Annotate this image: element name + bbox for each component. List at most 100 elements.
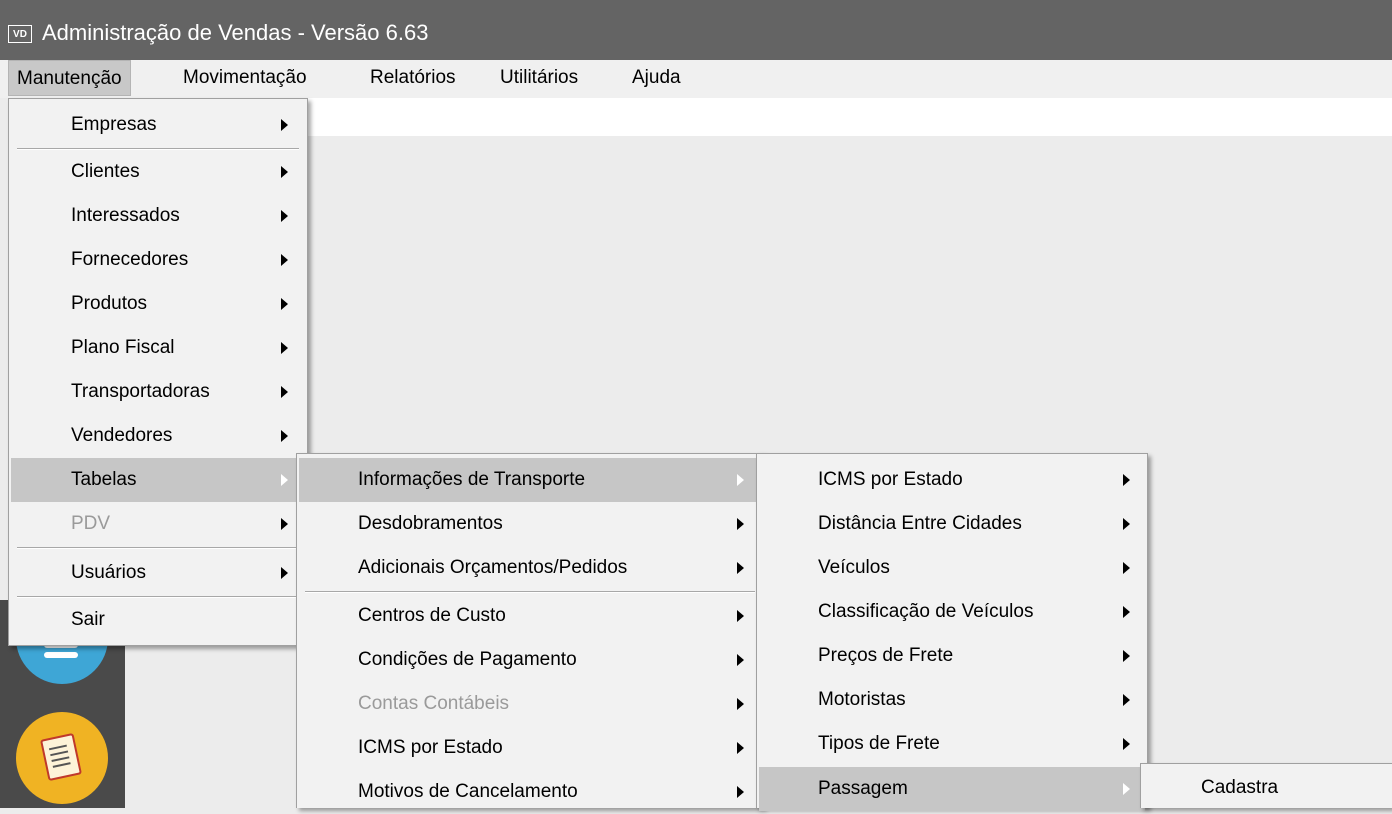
- menu-item-label: Classificação de Veículos: [818, 601, 1034, 622]
- menu-item-label: Fornecedores: [71, 249, 189, 270]
- menu-item-contas-contabeis: Contas Contábeis: [299, 682, 761, 726]
- menu-item-classificacao-veiculos[interactable]: Classificação de Veículos: [759, 590, 1145, 634]
- menu-item-fornecedores[interactable]: Fornecedores: [11, 238, 305, 282]
- submenu-arrow-icon: [1123, 650, 1130, 662]
- menu-item-precos-frete[interactable]: Preços de Frete: [759, 634, 1145, 678]
- menu-item-adicionais-orcamentos[interactable]: Adicionais Orçamentos/Pedidos: [299, 546, 761, 590]
- menu-movimentacao[interactable]: Movimentação: [175, 60, 315, 96]
- menu-item-veiculos[interactable]: Veículos: [759, 546, 1145, 590]
- window-title: Administração de Vendas - Versão 6.63: [42, 20, 429, 45]
- menu-item-transportadoras[interactable]: Transportadoras: [11, 370, 305, 414]
- menu-item-plano-fiscal[interactable]: Plano Fiscal: [11, 326, 305, 370]
- submenu-arrow-icon: [1123, 606, 1130, 618]
- menu-item-centros-custo[interactable]: Centros de Custo: [299, 594, 761, 638]
- menu-separator: [17, 596, 299, 598]
- menu-item-label: Passagem: [818, 778, 908, 799]
- submenu-arrow-icon: [737, 742, 744, 754]
- submenu-arrow-icon: [1123, 694, 1130, 706]
- submenu-arrow-icon: [281, 386, 288, 398]
- menu-item-label: ICMS por Estado: [358, 737, 503, 758]
- menu-item-label: Contas Contábeis: [358, 693, 510, 714]
- submenu-arrow-icon: [1123, 783, 1130, 795]
- toolbar-area: [300, 98, 1392, 136]
- submenu-arrow-icon: [281, 298, 288, 310]
- menu-item-cadastra[interactable]: Cadastra: [1143, 766, 1390, 810]
- menu-item-label: Tabelas: [71, 469, 137, 490]
- menu-item-label: Sair: [71, 609, 105, 630]
- submenu-arrow-icon: [281, 430, 288, 442]
- menu-item-label: Distância Entre Cidades: [818, 513, 1022, 534]
- menu-item-condicoes-pagamento[interactable]: Condições de Pagamento: [299, 638, 761, 682]
- menu-separator: [17, 148, 299, 150]
- submenu-arrow-icon: [281, 567, 288, 579]
- submenu-arrow-icon: [281, 119, 288, 131]
- menu-item-interessados[interactable]: Interessados: [11, 194, 305, 238]
- submenu-arrow-icon: [737, 610, 744, 622]
- menu-item-vendedores[interactable]: Vendedores: [11, 414, 305, 458]
- menu-item-label: PDV: [71, 513, 111, 534]
- menu-item-label: Motivos de Cancelamento: [358, 781, 578, 802]
- menu-item-label: Condições de Pagamento: [358, 649, 577, 670]
- menu-item-clientes[interactable]: Clientes: [11, 150, 305, 194]
- menu-item-label: Clientes: [71, 161, 140, 182]
- submenu-arrow-icon: [281, 342, 288, 354]
- title-bar: VD Administração de Vendas - Versão 6.63: [0, 0, 1392, 60]
- menu-item-tipos-frete[interactable]: Tipos de Frete: [759, 722, 1145, 766]
- menu-bar: Manutenção Movimentação Relatórios Utili…: [0, 60, 1392, 98]
- submenu-tabelas: Informações de Transporte Desdobramentos…: [296, 453, 764, 808]
- menu-item-label: Informações de Transporte: [358, 469, 586, 490]
- menu-item-sair[interactable]: Sair: [11, 598, 305, 642]
- menu-item-passagem[interactable]: Passagem: [759, 767, 1145, 811]
- menu-item-label: Empresas: [71, 114, 157, 135]
- submenu-arrow-icon: [281, 474, 288, 486]
- menu-item-informacoes-transporte[interactable]: Informações de Transporte: [299, 458, 761, 502]
- menu-item-motoristas[interactable]: Motoristas: [759, 678, 1145, 722]
- menu-item-label: Adicionais Orçamentos/Pedidos: [358, 557, 628, 578]
- menu-ajuda[interactable]: Ajuda: [624, 60, 689, 96]
- menu-item-label: Transportadoras: [71, 381, 210, 402]
- menu-item-tabelas[interactable]: Tabelas: [11, 458, 305, 502]
- app-icon: VD: [8, 25, 32, 43]
- submenu-arrow-icon: [737, 786, 744, 798]
- menu-item-label: Desdobramentos: [358, 513, 503, 534]
- submenu-arrow-icon: [1123, 738, 1130, 750]
- menu-item-label: Usuários: [71, 562, 146, 583]
- menu-item-usuarios[interactable]: Usuários: [11, 551, 305, 595]
- menu-item-produtos[interactable]: Produtos: [11, 282, 305, 326]
- submenu-passagem: Cadastra: [1140, 763, 1392, 808]
- menu-item-pdv: PDV: [11, 502, 305, 546]
- submenu-arrow-icon: [1123, 562, 1130, 574]
- submenu-arrow-icon: [1123, 518, 1130, 530]
- menu-item-label: Plano Fiscal: [71, 337, 175, 358]
- menu-item-distancia-cidades[interactable]: Distância Entre Cidades: [759, 502, 1145, 546]
- menu-item-desdobramentos[interactable]: Desdobramentos: [299, 502, 761, 546]
- menu-item-label: Motoristas: [818, 689, 906, 710]
- menu-item-label: Produtos: [71, 293, 148, 314]
- submenu-arrow-icon: [737, 474, 744, 486]
- menu-item-label: Veículos: [818, 557, 890, 578]
- document-icon[interactable]: [16, 712, 108, 804]
- submenu-arrow-icon: [737, 698, 744, 710]
- submenu-arrow-icon: [737, 562, 744, 574]
- menu-relatorios[interactable]: Relatórios: [362, 60, 464, 96]
- submenu-arrow-icon: [281, 254, 288, 266]
- submenu-informacoes-transporte: ICMS por Estado Distância Entre Cidades …: [756, 453, 1148, 811]
- submenu-arrow-icon: [281, 210, 288, 222]
- submenu-arrow-icon: [281, 518, 288, 530]
- menu-separator: [17, 547, 299, 549]
- menu-item-label: Interessados: [71, 205, 180, 226]
- menu-item-icms-por-estado[interactable]: ICMS por Estado: [759, 458, 1145, 502]
- menu-manutencao[interactable]: Manutenção: [8, 60, 131, 96]
- menu-item-empresas[interactable]: Empresas: [11, 103, 305, 147]
- menu-item-label: Vendedores: [71, 425, 173, 446]
- menu-separator: [305, 591, 755, 593]
- menu-item-icms-estado[interactable]: ICMS por Estado: [299, 726, 761, 770]
- dropdown-manutencao: Empresas Clientes Interessados Fornecedo…: [8, 98, 308, 646]
- menu-item-motivos-cancelamento[interactable]: Motivos de Cancelamento: [299, 770, 761, 814]
- submenu-arrow-icon: [281, 166, 288, 178]
- submenu-arrow-icon: [737, 518, 744, 530]
- menu-utilitarios[interactable]: Utilitários: [492, 60, 586, 96]
- submenu-arrow-icon: [737, 654, 744, 666]
- menu-item-label: ICMS por Estado: [818, 469, 963, 490]
- menu-item-label: Preços de Frete: [818, 645, 954, 666]
